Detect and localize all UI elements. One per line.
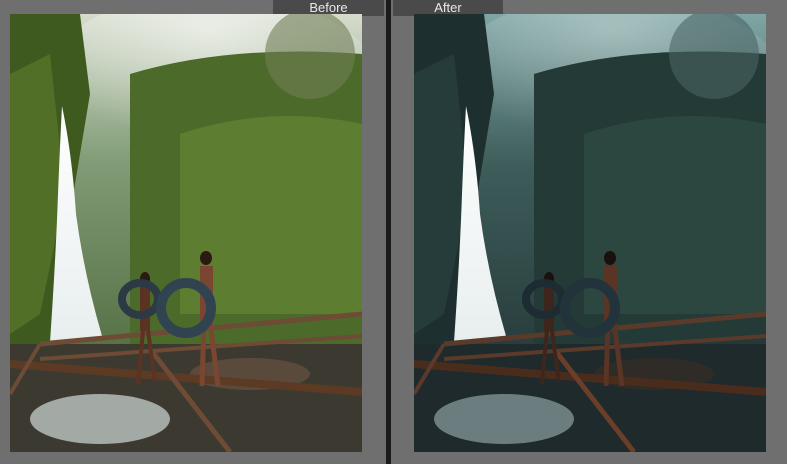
- before-pane: Before: [0, 0, 386, 464]
- after-photo: [414, 14, 766, 452]
- before-photo: [10, 14, 362, 452]
- before-photo-image: [10, 14, 362, 452]
- after-pane: After: [391, 0, 787, 464]
- after-photo-image: [414, 14, 766, 452]
